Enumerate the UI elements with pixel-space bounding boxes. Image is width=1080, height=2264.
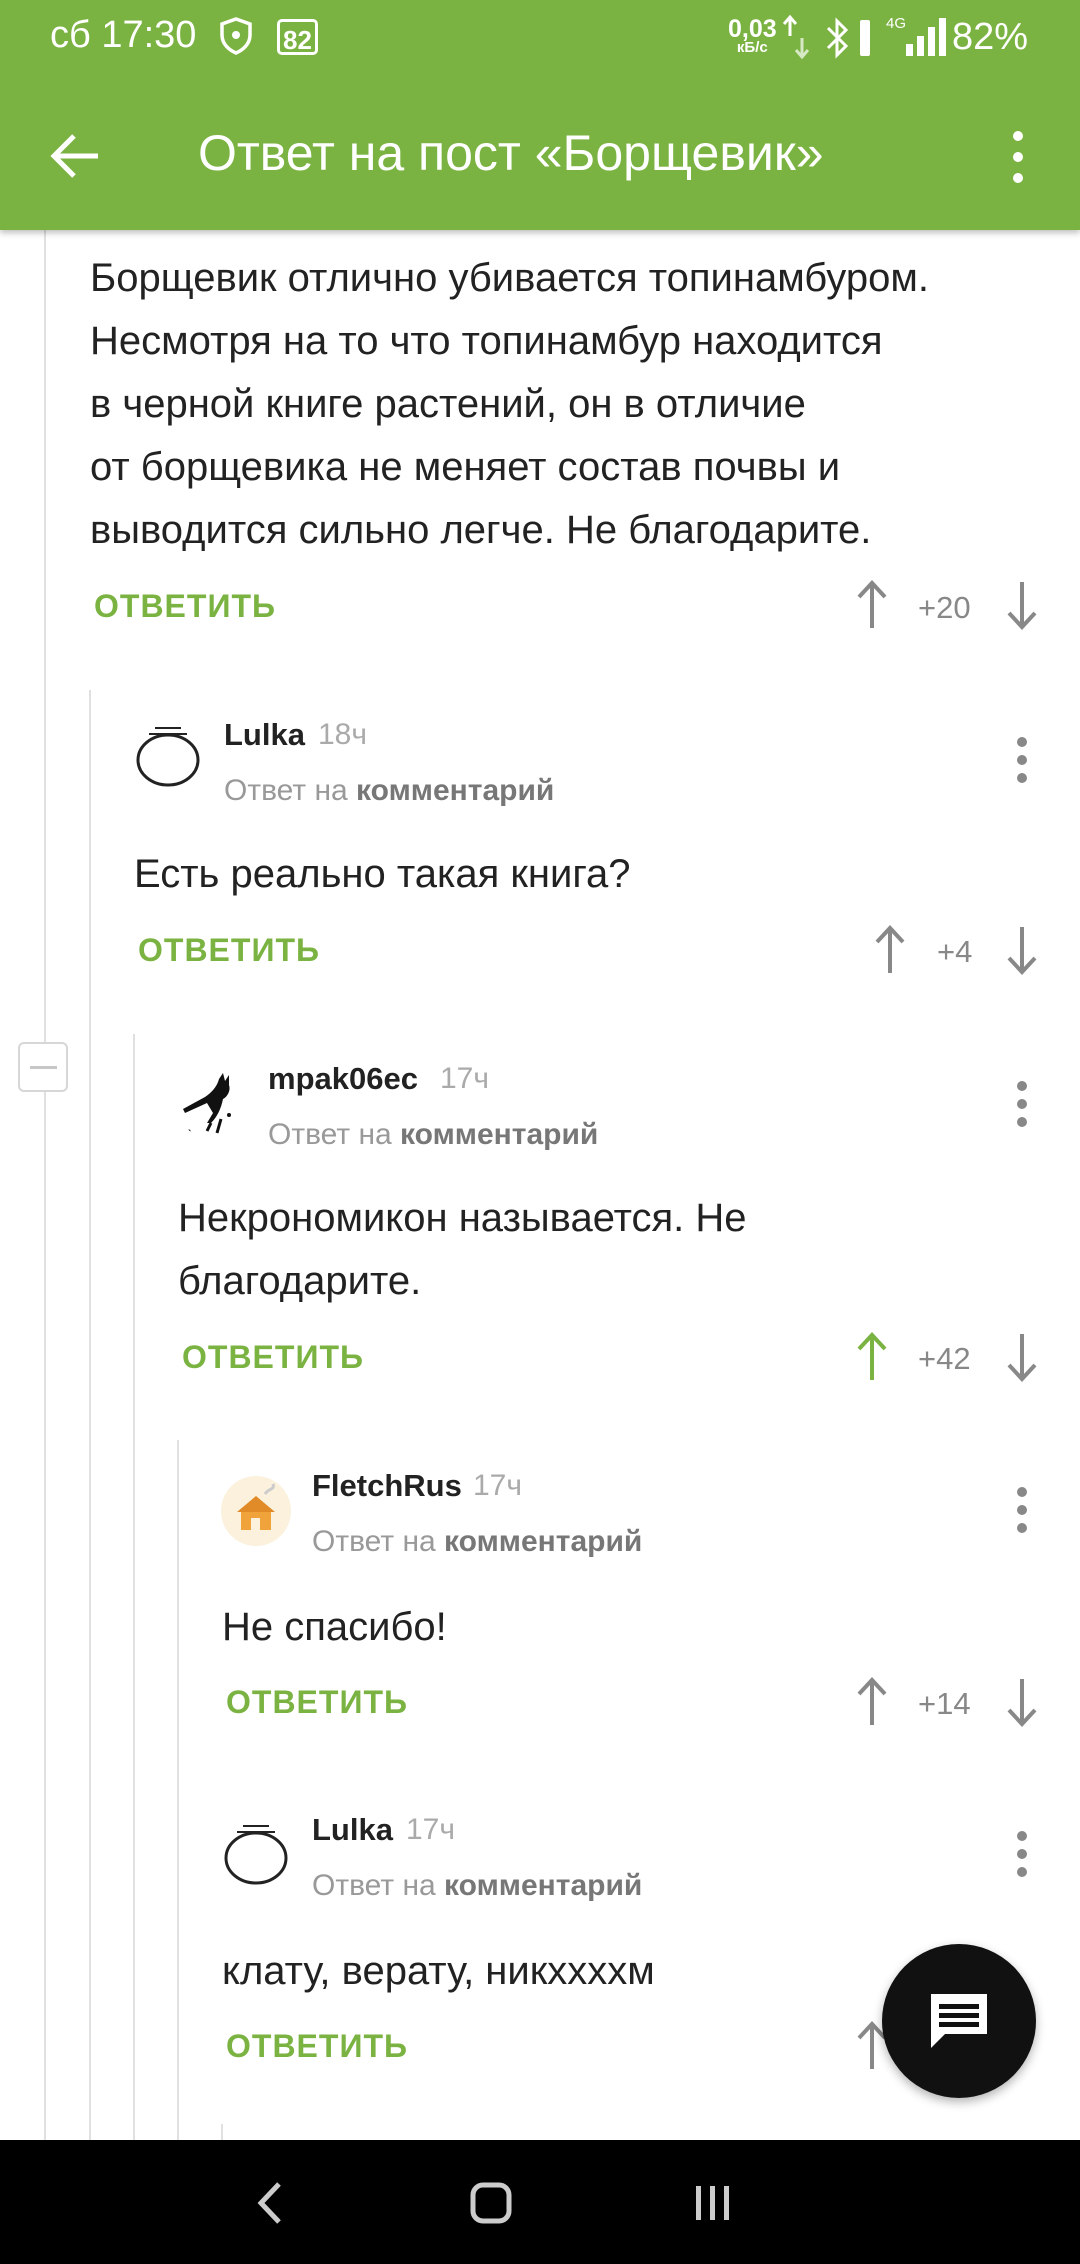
reply-to-link[interactable]: комментарий bbox=[356, 774, 554, 807]
status-bar: сб 17:30 82 0,03 кБ/с 4G 82% bbox=[0, 0, 1080, 80]
thread-line bbox=[133, 1034, 135, 2140]
notification-badge: 82 bbox=[277, 19, 318, 55]
upvote-arrow-icon[interactable] bbox=[873, 925, 907, 975]
reply-to-prefix: Ответ на bbox=[268, 1118, 392, 1151]
comment-text: Борщевик отлично убивается топинамбуром.… bbox=[90, 247, 929, 562]
reply-button[interactable]: ОТВЕТИТЬ bbox=[138, 932, 320, 969]
downvote-arrow-icon[interactable] bbox=[1005, 925, 1039, 975]
comment-text-line: клату, верату, никххххм bbox=[222, 1949, 655, 1993]
thread-line bbox=[221, 2124, 223, 2140]
comment-score: +14 bbox=[918, 1686, 971, 1721]
net-speed: 0,03 кБ/с bbox=[728, 17, 777, 56]
thread-line bbox=[89, 690, 91, 2140]
thread-line bbox=[44, 230, 46, 2140]
system-nav-bar bbox=[0, 2140, 1080, 2264]
comment-text-line: Есть реально такая книга? bbox=[134, 852, 631, 896]
reply-to-link[interactable]: комментарий bbox=[444, 1869, 642, 1902]
more-vert-icon[interactable] bbox=[1012, 1080, 1032, 1128]
comment-text-line: от борщевика не меняет состав почвы и bbox=[90, 445, 841, 489]
chat-icon bbox=[931, 1994, 987, 2048]
comment-text: Не спасибо! bbox=[222, 1596, 447, 1659]
more-vert-icon[interactable] bbox=[1012, 1830, 1032, 1878]
avatar[interactable] bbox=[221, 1476, 291, 1546]
downvote-arrow-icon[interactable] bbox=[1005, 1677, 1039, 1727]
more-vert-icon[interactable] bbox=[1003, 128, 1033, 186]
shield-icon bbox=[220, 17, 252, 55]
house-icon bbox=[237, 1483, 275, 1530]
app-bar: сб 17:30 82 0,03 кБ/с 4G 82% Ответ на по… bbox=[0, 0, 1080, 230]
reply-to-line: Ответ на комментарий bbox=[268, 1118, 598, 1152]
upvote-arrow-icon[interactable] bbox=[855, 580, 889, 630]
comment-score: +4 bbox=[937, 934, 973, 969]
reply-button[interactable]: ОТВЕТИТЬ bbox=[226, 2028, 408, 2065]
downvote-arrow-icon[interactable] bbox=[1005, 1332, 1039, 1382]
comment-text-line: Не спасибо! bbox=[222, 1605, 447, 1649]
comment-age: 18ч bbox=[318, 718, 367, 751]
reply-to-line: Ответ на комментарий bbox=[312, 1525, 642, 1559]
reply-to-line: Ответ на комментарий bbox=[312, 1869, 642, 1903]
avatar[interactable] bbox=[177, 1069, 247, 1139]
ring-icon bbox=[224, 1825, 288, 1885]
nav-home-icon[interactable] bbox=[470, 2178, 512, 2228]
reply-to-prefix: Ответ на bbox=[312, 1869, 436, 1902]
reply-button[interactable]: ОТВЕТИТЬ bbox=[226, 1684, 408, 1721]
author-name[interactable]: mpak06ec bbox=[268, 1061, 418, 1097]
collapse-thread-button[interactable] bbox=[18, 1042, 68, 1092]
new-comment-button[interactable] bbox=[882, 1944, 1036, 2098]
network-type: 4G bbox=[886, 15, 906, 32]
reply-to-line: Ответ на комментарий bbox=[224, 774, 554, 808]
comment-text: Некрономикон называется. Не благодарите. bbox=[178, 1187, 747, 1313]
reply-to-link[interactable]: комментарий bbox=[444, 1525, 642, 1558]
reply-button[interactable]: ОТВЕТИТЬ bbox=[182, 1339, 364, 1376]
battery-level: 82% bbox=[952, 16, 1029, 58]
comment-text-line: Некрономикон называется. Не bbox=[178, 1196, 747, 1240]
more-vert-icon[interactable] bbox=[1012, 736, 1032, 784]
back-arrow-icon[interactable] bbox=[50, 130, 102, 182]
comment-age: 17ч bbox=[406, 1813, 455, 1846]
comment-text-line: выводится сильно легче. Не благодарите. bbox=[90, 508, 872, 552]
ring-icon bbox=[136, 727, 200, 787]
comment-score: +20 bbox=[918, 590, 971, 625]
comment-text-line: в черной книге растений, он в отличие bbox=[90, 382, 806, 426]
nav-recents-icon[interactable] bbox=[693, 2178, 733, 2228]
comment-text: Есть реально такая книга? bbox=[134, 843, 631, 906]
upvote-arrow-icon[interactable] bbox=[855, 1677, 889, 1727]
cat-icon bbox=[183, 1073, 231, 1134]
avatar[interactable] bbox=[221, 1820, 291, 1890]
author-name[interactable]: Lulka bbox=[224, 717, 305, 753]
reply-button[interactable]: ОТВЕТИТЬ bbox=[94, 588, 276, 625]
data-arrows-icon bbox=[782, 14, 810, 60]
nav-back-icon[interactable] bbox=[255, 2178, 285, 2228]
status-time: сб 17:30 bbox=[50, 14, 197, 56]
reply-to-prefix: Ответ на bbox=[312, 1525, 436, 1558]
reply-to-link[interactable]: комментарий bbox=[400, 1118, 598, 1151]
comment-text-line: Борщевик отлично убивается топинамбуром. bbox=[90, 256, 929, 300]
comment-age: 17ч bbox=[440, 1062, 489, 1095]
comment-text-line: благодарите. bbox=[178, 1259, 422, 1303]
vibrate-icon bbox=[860, 20, 870, 56]
reply-to-prefix: Ответ на bbox=[224, 774, 348, 807]
upvote-arrow-icon[interactable] bbox=[855, 1332, 889, 1382]
thread-line bbox=[177, 1440, 179, 2140]
page-title: Ответ на пост «Борщевик» bbox=[198, 125, 824, 181]
author-name[interactable]: FletchRus bbox=[312, 1468, 462, 1504]
downvote-arrow-icon[interactable] bbox=[1005, 580, 1039, 630]
more-vert-icon[interactable] bbox=[1012, 1486, 1032, 1534]
author-name[interactable]: Lulka bbox=[312, 1812, 393, 1848]
avatar[interactable] bbox=[133, 722, 203, 792]
comment-text: клату, верату, никххххм bbox=[222, 1940, 655, 2003]
comment: Борщевик отлично убивается топинамбуром.… bbox=[90, 247, 929, 562]
comment-text-line: Несмотря на то что топинамбур находится bbox=[90, 319, 883, 363]
comment-score: +42 bbox=[918, 1341, 971, 1376]
comment-age: 17ч bbox=[473, 1469, 522, 1502]
bluetooth-icon bbox=[826, 17, 849, 59]
